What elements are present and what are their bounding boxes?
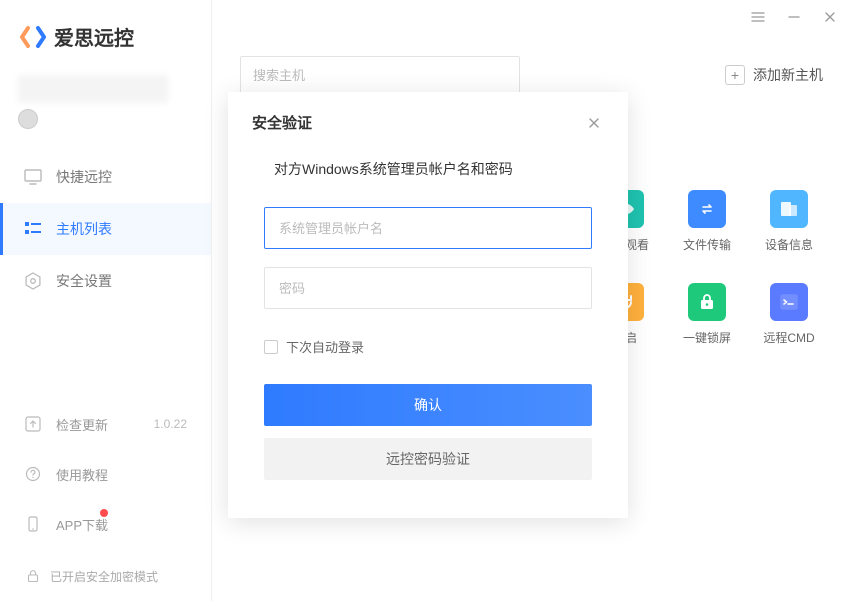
security-verify-modal: 安全验证 对方Windows系统管理员帐户名和密码 下次自动登录 确认 远控密码… <box>228 92 628 518</box>
brand-text: 爱思远控 <box>54 22 134 51</box>
app-download-row[interactable]: APP下载 <box>0 499 211 549</box>
notification-dot-icon <box>100 509 108 517</box>
action-device-info[interactable]: 设备信息 <box>757 190 821 253</box>
action-lock-screen[interactable]: 一键锁屏 <box>675 283 739 346</box>
upload-icon <box>24 415 42 433</box>
admin-username-input[interactable] <box>264 207 592 249</box>
sidebar-item-label: 安全设置 <box>56 271 112 291</box>
action-label: 一键锁屏 <box>683 329 731 346</box>
brand-icon <box>20 24 46 50</box>
search-input[interactable] <box>240 56 520 94</box>
terminal-icon <box>770 283 808 321</box>
update-label: 检查更新 <box>56 415 108 434</box>
sidebar-item-security[interactable]: 安全设置 <box>0 255 211 307</box>
phone-icon <box>24 515 42 533</box>
tutorial-label: 使用教程 <box>56 465 108 484</box>
sidebar-item-label: 主机列表 <box>56 219 112 239</box>
action-label: 远程CMD <box>763 329 814 346</box>
checkbox-icon <box>264 340 278 354</box>
list-icon <box>24 220 42 238</box>
admin-password-input[interactable] <box>264 267 592 309</box>
gear-icon <box>24 272 42 290</box>
tutorial-row[interactable]: 使用教程 <box>0 449 211 499</box>
modal-subtitle: 对方Windows系统管理员帐户名和密码 <box>264 159 592 179</box>
device-icon <box>770 190 808 228</box>
action-file-transfer[interactable]: 文件传输 <box>675 190 739 253</box>
monitor-icon <box>24 168 42 186</box>
add-host-label: 添加新主机 <box>753 65 823 85</box>
menu-icon[interactable] <box>749 8 767 26</box>
check-update-row[interactable]: 检查更新 1.0.22 <box>0 399 211 449</box>
secure-mode-row: 已开启安全加密模式 <box>0 557 211 601</box>
modal-close-button[interactable] <box>584 113 604 133</box>
sidebar-item-host-list[interactable]: 主机列表 <box>0 203 211 255</box>
minimize-button[interactable] <box>785 8 803 26</box>
remote-password-verify-button[interactable]: 远控密码验证 <box>264 438 592 480</box>
nav: 快捷远控 主机列表 安全设置 <box>0 151 211 307</box>
modal-title: 安全验证 <box>252 112 312 133</box>
auto-login-checkbox[interactable]: 下次自动登录 <box>264 337 592 356</box>
lock-screen-icon <box>688 283 726 321</box>
action-remote-cmd[interactable]: 远程CMD <box>757 283 821 346</box>
action-label: 文件传输 <box>683 236 731 253</box>
top-row: + 添加新主机 <box>240 56 823 94</box>
version-text: 1.0.22 <box>154 417 187 431</box>
sidebar-bottom: 检查更新 1.0.22 使用教程 APP下载 <box>0 391 211 557</box>
brand: 爱思远控 <box>0 0 211 69</box>
confirm-button[interactable]: 确认 <box>264 384 592 426</box>
user-info <box>0 69 211 143</box>
sidebar-item-quick-remote[interactable]: 快捷远控 <box>0 151 211 203</box>
avatar <box>18 109 38 129</box>
add-host-button[interactable]: + 添加新主机 <box>725 65 823 85</box>
app-label: APP下载 <box>56 515 108 534</box>
action-label: 设备信息 <box>765 236 813 253</box>
sidebar-item-label: 快捷远控 <box>56 167 112 187</box>
sidebar: 爱思远控 快捷远控 主机列表 <box>0 0 212 601</box>
auto-login-label: 下次自动登录 <box>286 337 364 356</box>
transfer-icon <box>688 190 726 228</box>
window-controls <box>749 8 839 26</box>
secure-mode-label: 已开启安全加密模式 <box>50 568 158 585</box>
lock-icon <box>24 567 42 585</box>
help-icon <box>24 465 42 483</box>
plus-icon: + <box>725 65 745 85</box>
close-button[interactable] <box>821 8 839 26</box>
